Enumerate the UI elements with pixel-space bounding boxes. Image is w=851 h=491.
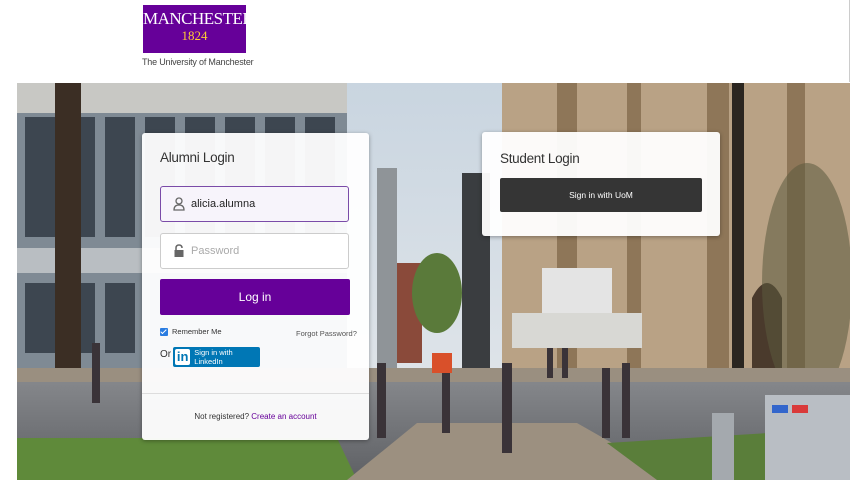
university-logo[interactable]: MANCHESTER 1824 [143, 5, 254, 53]
student-login-panel: Student Login Sign in with UoM [482, 132, 720, 236]
remember-me[interactable]: Remember Me [160, 327, 222, 336]
create-account-link[interactable]: Create an account [251, 412, 316, 421]
or-label: Or [160, 349, 172, 360]
not-registered-text: Not registered? [194, 412, 250, 421]
username-input[interactable] [191, 195, 341, 213]
forgot-password-link[interactable]: Forgot Password? [296, 329, 357, 338]
remember-me-checkbox[interactable] [160, 327, 168, 336]
username-field[interactable] [160, 186, 349, 222]
card-divider [142, 393, 369, 394]
logo-name: MANCHESTER [143, 9, 254, 28]
password-input[interactable] [191, 242, 341, 260]
remember-me-label: Remember Me [172, 327, 222, 336]
alumni-login-title: Alumni Login [160, 150, 235, 165]
login-button[interactable]: Log in [160, 279, 350, 315]
linkedin-icon: in [175, 349, 191, 365]
user-icon [173, 197, 185, 211]
logo-subtitle: The University of Manchester [142, 57, 254, 67]
register-prompt: Not registered? Create an account [142, 412, 369, 421]
password-field[interactable] [160, 233, 349, 269]
lock-icon [174, 244, 184, 257]
student-login-title: Student Login [500, 151, 580, 166]
header-divider [849, 0, 850, 82]
sign-in-uom-button[interactable]: Sign in with UoM [500, 178, 702, 212]
page-header: MANCHESTER 1824 The University of Manche… [0, 0, 851, 83]
linkedin-signin-button[interactable]: in Sign in with LinkedIn [173, 347, 260, 367]
alumni-login-panel: Alumni Login Log in Remember Me Forgot P… [142, 133, 369, 440]
linkedin-button-label: Sign in with LinkedIn [194, 348, 233, 366]
logo-year: 1824 [181, 28, 208, 43]
